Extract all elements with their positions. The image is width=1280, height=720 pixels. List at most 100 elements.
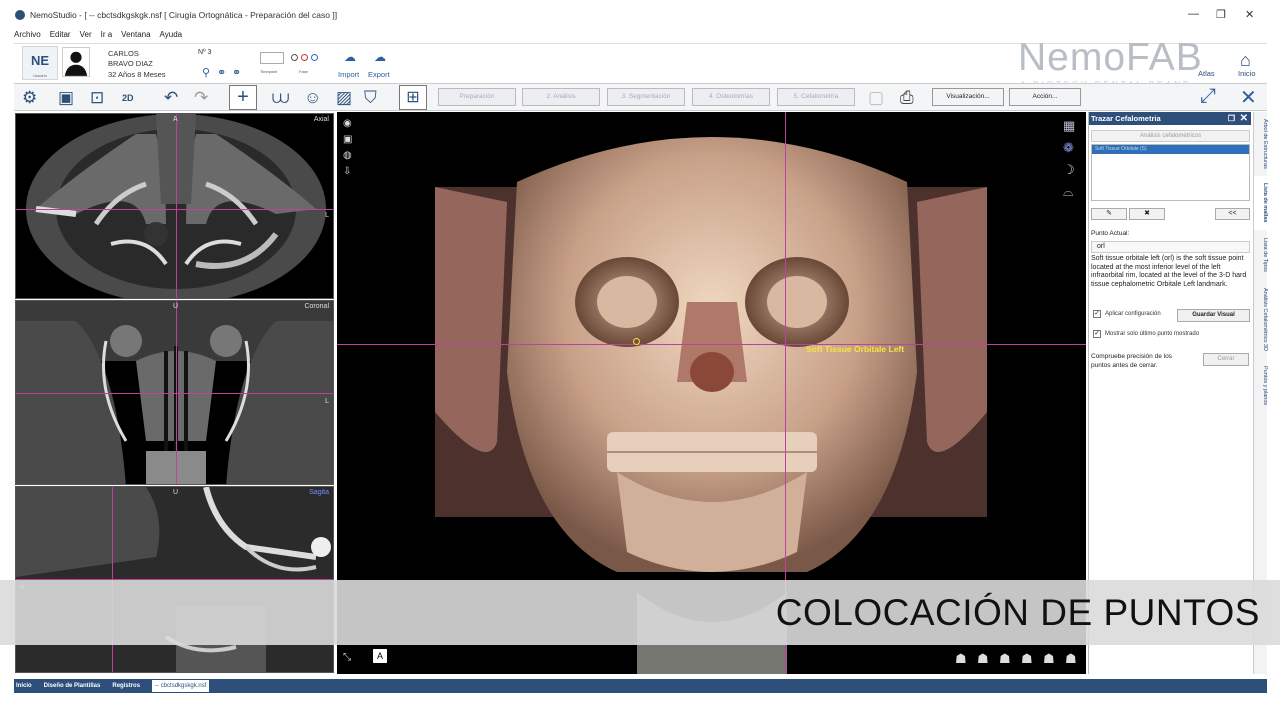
import-button[interactable]: Import: [338, 70, 359, 79]
user-button[interactable]: NE Usuario: [22, 46, 58, 80]
menu-ayuda[interactable]: Ayuda: [160, 30, 183, 42]
jaw-model-icon[interactable]: ⛉: [364, 88, 377, 108]
minimize-button[interactable]: —: [1188, 8, 1199, 20]
patient-link-icon[interactable]: ⚭: [217, 66, 226, 79]
view-2d-button[interactable]: 2D: [122, 88, 134, 108]
axial-view[interactable]: Axial A L: [15, 113, 334, 299]
home-icon[interactable]: ⌂: [1240, 50, 1251, 71]
undock-icon[interactable]: ❐: [1228, 112, 1235, 125]
landmark-description: Soft tissue orbitale left (orl) is the s…: [1091, 255, 1247, 288]
head-view-bottom-icon[interactable]: ☗: [1043, 651, 1055, 667]
undo-icon[interactable]: ↶: [164, 88, 178, 108]
back-button[interactable]: <<: [1215, 208, 1250, 220]
phase-dot-icon[interactable]: [311, 54, 318, 61]
menu-ir-a[interactable]: Ir a: [101, 30, 113, 42]
print-icon[interactable]: ⎙: [900, 88, 914, 108]
head-view-front-icon[interactable]: ☗: [955, 651, 967, 667]
head-view-back-icon[interactable]: ☗: [1065, 651, 1077, 667]
phase-dot-icon[interactable]: [301, 54, 308, 61]
save-disk-icon[interactable]: ▣: [58, 88, 74, 108]
cloud-upload-icon[interactable]: ☁: [344, 50, 356, 64]
punto-actual-label: Punto Actual:: [1091, 230, 1130, 237]
redo-icon[interactable]: ↷: [194, 88, 208, 108]
show-last-checkbox[interactable]: ✓: [1093, 330, 1101, 338]
punto-actual-field[interactable]: orl: [1091, 241, 1250, 253]
tab-lista-tipos[interactable]: Lista de Tipos: [1254, 232, 1268, 278]
close-panel-icon[interactable]: ✕: [1240, 112, 1248, 125]
tab-lista-mallas[interactable]: Lista de mallas: [1254, 176, 1268, 230]
delete-icon[interactable]: ✖: [1129, 208, 1165, 220]
face-profile-icon[interactable]: ☺: [304, 88, 321, 108]
save-visual-button[interactable]: Guardar Visual: [1177, 309, 1250, 322]
caption-overlay: COLOCACIÓN DE PUNTOS: [0, 580, 1280, 645]
coronal-orientation-top: U: [173, 303, 179, 310]
status-tab-plantillas[interactable]: Diseño de Plantillas: [44, 683, 101, 689]
menu-ver[interactable]: Ver: [80, 30, 92, 42]
mandible-icon[interactable]: ☽: [1063, 162, 1075, 178]
close-view-icon[interactable]: ✕: [1240, 85, 1257, 110]
close-window-button[interactable]: ✕: [1245, 8, 1254, 21]
phase-dot-icon[interactable]: [291, 54, 298, 61]
cloud-download-icon[interactable]: ☁: [374, 50, 386, 64]
maximize-button[interactable]: ❐: [1216, 8, 1226, 21]
orientation-letter-box[interactable]: A: [373, 649, 387, 663]
step-preparacion-button[interactable]: Preparación: [438, 88, 516, 106]
image-gallery-icon[interactable]: ▨: [336, 88, 352, 108]
dental-arch-icon[interactable]: ⩊: [272, 88, 289, 108]
status-tab-registros[interactable]: Registros: [112, 683, 140, 689]
head-view-top-icon[interactable]: ☗: [1021, 651, 1033, 667]
axial-orientation-top: A: [173, 116, 178, 123]
home-button[interactable]: Inicio: [1238, 69, 1256, 78]
list-item-selected[interactable]: Soft Tissue Orbitale (S): [1092, 145, 1249, 154]
apply-config-checkbox[interactable]: ✓: [1093, 310, 1101, 318]
camera-icon[interactable]: ◉: [343, 118, 352, 129]
phase-label: Fase: [299, 69, 308, 74]
image-icon[interactable]: ▣: [343, 134, 352, 145]
accion-button[interactable]: Acción...: [1009, 88, 1081, 106]
step-analisis-button[interactable]: 2. Análisis: [522, 88, 600, 106]
tab-analisis-cefalometrico[interactable]: Análisis Cefalométrico 3D: [1254, 280, 1268, 358]
menu-editar[interactable]: Editar: [50, 30, 71, 42]
show-last-label: Mostrar solo último punto mostrado: [1105, 331, 1200, 337]
globe-icon[interactable]: ◍: [343, 150, 352, 161]
edit-pencil-icon[interactable]: ✎: [1091, 208, 1127, 220]
crosshair-horizontal: [16, 209, 333, 210]
teeth-icon[interactable]: ⌓: [1063, 184, 1073, 200]
status-tab-inicio[interactable]: Inicio: [16, 683, 32, 689]
grid-surface-icon[interactable]: ▦: [1063, 118, 1075, 134]
person-silhouette-icon: [64, 51, 88, 76]
disabled-tool-icon: ▢: [868, 88, 885, 107]
cerrar-button[interactable]: Cerrar: [1203, 353, 1249, 366]
search-patient-icon[interactable]: ⚲: [202, 66, 210, 79]
collapse-icon[interactable]: ⤡: [343, 652, 351, 663]
landmark-list[interactable]: Soft Tissue Orbitale (S): [1091, 144, 1250, 201]
atlas-button[interactable]: Atlas: [1198, 69, 1215, 78]
patient-add-icon[interactable]: ⚭: [232, 66, 241, 79]
visualizacion-button[interactable]: Visualización...: [932, 88, 1004, 106]
tab-arbol-estructuras[interactable]: Árbol de Estructuras: [1254, 114, 1268, 174]
step-osteotomias-button[interactable]: 4. Osteotomías: [692, 88, 770, 106]
head-view-side-icon[interactable]: ☗: [977, 651, 989, 667]
download-icon[interactable]: ⇩: [343, 166, 351, 177]
patient-avatar[interactable]: [62, 47, 90, 77]
timepoint-box[interactable]: [260, 52, 284, 64]
status-tab-file[interactable]: -- cbctsdkgskgk.nsf: [152, 680, 210, 692]
fit-view-icon[interactable]: ⊡: [90, 88, 104, 108]
landmark-point[interactable]: [633, 338, 640, 345]
expand-icon[interactable]: ⤢: [1200, 85, 1216, 108]
head-view-left-icon[interactable]: ☗: [999, 651, 1011, 667]
crosshair-tool-icon[interactable]: +: [229, 85, 257, 110]
patient-number: Nº 3: [198, 49, 212, 56]
cephalometric-analysis-button[interactable]: Análisis cefalométricos: [1091, 130, 1250, 142]
settings-gear-icon[interactable]: ⚙: [22, 88, 37, 108]
coronal-view[interactable]: Coronal U L: [15, 300, 334, 485]
step-segmentacion-button[interactable]: 3. Segmentación: [607, 88, 685, 106]
tab-puntos-planos[interactable]: Puntos y planos: [1254, 360, 1268, 412]
menu-ventana[interactable]: Ventana: [121, 30, 150, 42]
layout-grid-icon[interactable]: ⊞: [399, 85, 427, 110]
export-button[interactable]: Export: [368, 70, 390, 79]
step-cefalometria-button[interactable]: 5. Cefalometría: [777, 88, 855, 106]
menu-archivo[interactable]: Archivo: [14, 30, 41, 42]
brain-icon[interactable]: ❁: [1063, 140, 1074, 156]
phase-selector[interactable]: [291, 54, 318, 61]
